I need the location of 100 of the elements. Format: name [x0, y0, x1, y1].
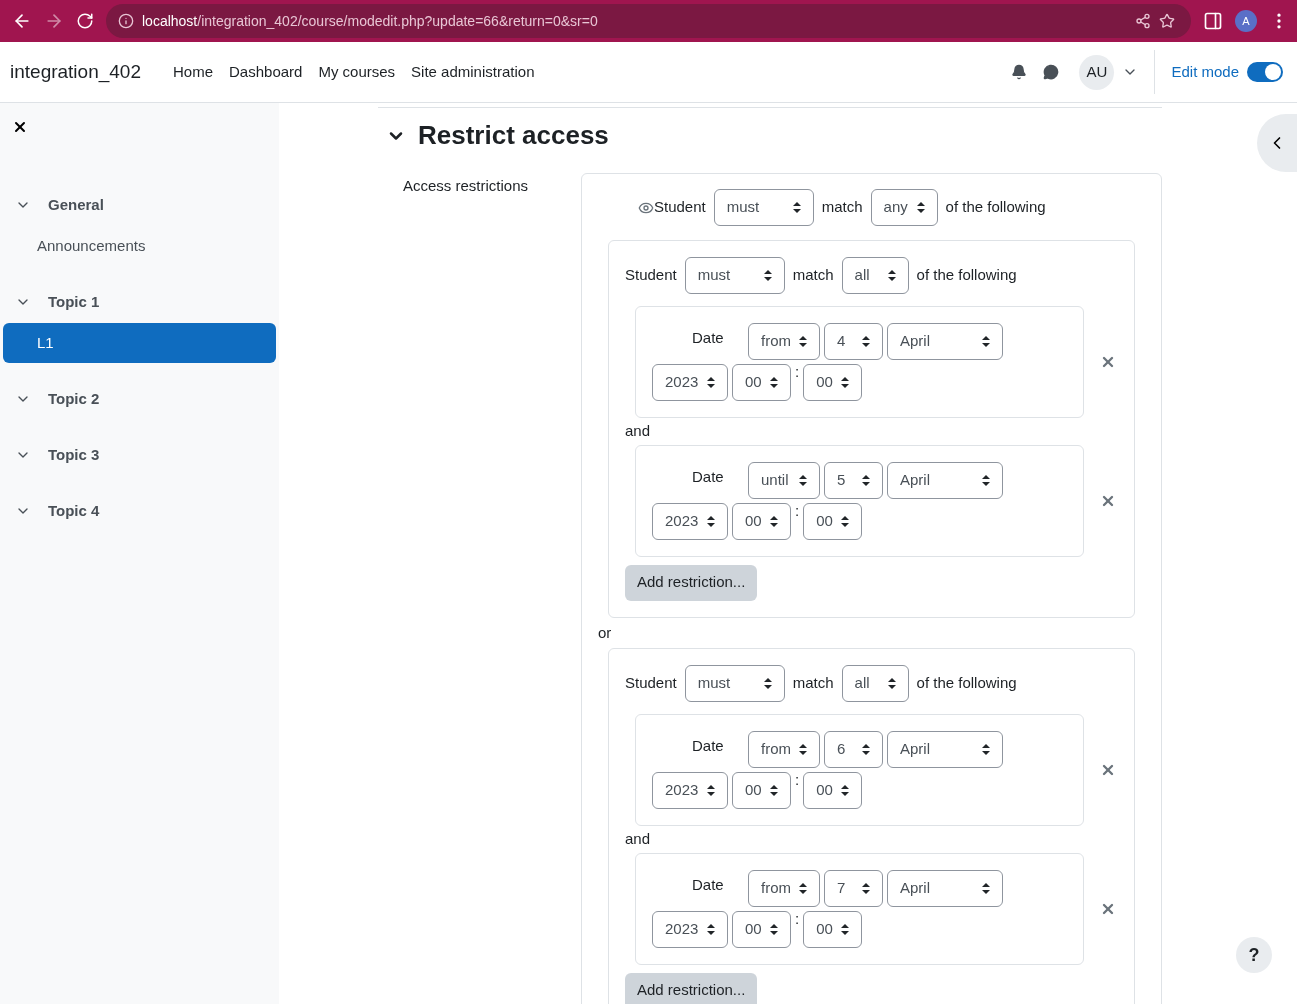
edit-mode-toggle[interactable]	[1247, 62, 1283, 82]
activity-item[interactable]: Announcements	[3, 226, 276, 266]
select-field[interactable]: 00	[732, 772, 791, 809]
sort-caret-icon	[770, 377, 778, 388]
select-field[interactable]: 00	[803, 364, 863, 401]
select-field[interactable]: April	[887, 731, 1003, 768]
sort-caret-icon	[707, 377, 715, 388]
select-field[interactable]: must	[713, 189, 814, 226]
time-separator: :	[795, 772, 800, 787]
section-item[interactable]: Topic 3	[3, 435, 276, 475]
select-field[interactable]: all	[841, 257, 909, 294]
and-label: and	[625, 421, 652, 441]
sort-caret-icon	[707, 785, 715, 796]
bookmark-star-icon[interactable]	[1159, 13, 1175, 29]
side-panel-icon[interactable]	[1203, 11, 1223, 31]
select-field[interactable]: 00	[803, 910, 863, 948]
sort-caret-icon	[799, 336, 807, 347]
sort-caret-icon	[862, 882, 870, 894]
or-label: or	[598, 622, 613, 643]
following-label: of the following	[916, 265, 1017, 286]
sort-caret-icon	[841, 785, 850, 796]
match-label: match	[821, 197, 863, 218]
sort-caret-icon	[799, 474, 807, 486]
select-field[interactable]: 7	[824, 869, 883, 907]
activity-item[interactable]: L1	[3, 323, 276, 363]
select-field[interactable]: 2023	[652, 910, 728, 948]
nav-link[interactable]: Site administration	[411, 60, 535, 84]
select-field[interactable]: must	[684, 665, 785, 702]
sort-caret-icon	[763, 270, 772, 281]
sort-caret-icon	[982, 474, 990, 486]
reload-icon[interactable]	[76, 12, 94, 30]
nav-link[interactable]: My courses	[318, 60, 396, 84]
section-item[interactable]: Topic 4	[3, 491, 276, 531]
chat-bubble-icon[interactable]	[1043, 64, 1060, 80]
select-field[interactable]: 00	[803, 502, 863, 540]
sort-caret-icon	[707, 515, 715, 527]
profile-avatar[interactable]: A	[1235, 10, 1257, 32]
following-label: of the following	[945, 197, 1046, 218]
select-field[interactable]: 2023	[652, 772, 728, 809]
select-field[interactable]: 00	[732, 364, 791, 401]
sort-caret-icon	[792, 202, 801, 213]
sort-caret-icon	[799, 882, 807, 894]
select-field[interactable]: 4	[824, 323, 883, 360]
select-field[interactable]: 00	[732, 502, 791, 540]
site-name[interactable]: integration_402	[10, 57, 141, 87]
section-title: Restrict access	[418, 119, 609, 152]
sort-caret-icon	[862, 744, 870, 755]
section-item[interactable]: Topic 1	[3, 282, 276, 322]
select-field[interactable]: any	[870, 189, 938, 226]
select-field[interactable]: 5	[824, 461, 883, 499]
section-item[interactable]: General	[3, 185, 276, 225]
select-field[interactable]: 6	[824, 731, 883, 768]
select-field[interactable]: must	[684, 257, 785, 294]
time-separator: :	[795, 910, 800, 926]
select-field[interactable]: from	[748, 869, 820, 907]
close-icon[interactable]	[12, 119, 28, 135]
select-field[interactable]: April	[887, 323, 1003, 360]
sort-caret-icon	[982, 336, 990, 347]
select-field[interactable]: 00	[732, 910, 791, 948]
nav-link[interactable]: Home	[173, 60, 213, 84]
select-field[interactable]: 00	[803, 772, 863, 809]
and-label: and	[625, 829, 652, 849]
date-label: Date	[691, 736, 725, 756]
section-item[interactable]: Topic 2	[3, 379, 276, 419]
share-icon[interactable]	[1135, 13, 1151, 29]
select-field[interactable]: from	[748, 323, 820, 360]
address-bar[interactable]: localhost/integration_402/course/modedit.php?update=66&return=0&sr=0	[106, 4, 1191, 38]
delete-icon[interactable]	[1100, 762, 1116, 778]
select-field[interactable]: from	[748, 731, 820, 768]
delete-icon[interactable]	[1100, 354, 1116, 370]
sort-caret-icon	[763, 678, 772, 689]
select-field[interactable]: April	[887, 869, 1003, 907]
notification-bell-icon[interactable]	[1011, 64, 1028, 80]
sort-caret-icon	[841, 377, 850, 388]
drawer-toggle-button[interactable]	[1257, 114, 1297, 172]
user-avatar[interactable]: AU	[1079, 54, 1115, 90]
date-label: Date	[691, 466, 725, 487]
add-restriction-button[interactable]: Add restriction...	[625, 564, 758, 601]
select-field[interactable]: until	[748, 461, 820, 499]
sort-caret-icon	[862, 474, 870, 486]
sort-caret-icon	[770, 515, 778, 527]
sort-caret-icon	[916, 202, 925, 213]
match-label: match	[792, 673, 834, 694]
add-restriction-button[interactable]: Add restriction...	[625, 972, 758, 1004]
help-button[interactable]: ?	[1236, 937, 1272, 973]
following-label: of the following	[916, 673, 1017, 694]
sort-caret-icon	[841, 515, 850, 527]
sort-caret-icon	[707, 923, 715, 935]
sort-caret-icon	[982, 744, 990, 755]
nav-link[interactable]: Dashboard	[229, 60, 303, 84]
sort-caret-icon	[982, 882, 990, 894]
sort-caret-icon	[799, 744, 807, 755]
time-separator: :	[795, 364, 800, 379]
select-field[interactable]: 2023	[652, 364, 728, 401]
select-field[interactable]: 2023	[652, 502, 728, 540]
select-field[interactable]: April	[887, 461, 1003, 499]
select-field[interactable]: all	[841, 665, 909, 702]
url-text: localhost/integration_402/course/modedit.php?update=66&return=0&sr=0	[142, 11, 599, 31]
match-label: match	[792, 265, 834, 286]
sort-caret-icon	[770, 923, 778, 935]
